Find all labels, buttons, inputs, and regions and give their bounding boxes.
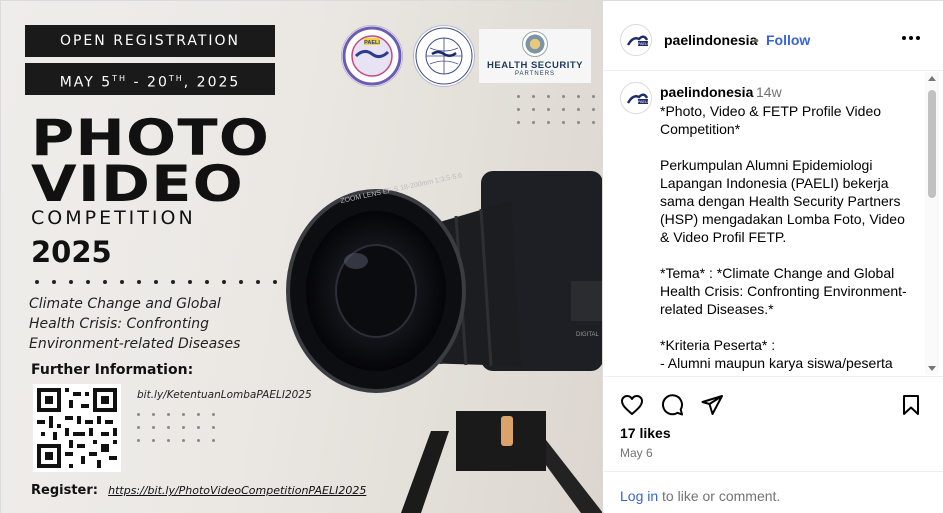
hsp-logo-line1: HEALTH SECURITY — [487, 60, 583, 71]
header-separator: • — [754, 32, 759, 48]
paeli-logo-text: PAELI — [364, 40, 380, 46]
paeli-logo: PAELI — [341, 25, 403, 87]
scroll-down-icon[interactable] — [928, 366, 936, 371]
fetp-logo-emblem — [415, 27, 473, 85]
tripod-lock-icon — [501, 416, 513, 446]
decor-dots-top — [517, 95, 595, 124]
heart-icon[interactable] — [620, 393, 644, 417]
poster-title-competition: COMPETITION — [31, 207, 196, 229]
avatar[interactable]: PAELI — [620, 24, 652, 56]
post-actions: 17 likes May 6 Log in to like or comment… — [604, 376, 943, 513]
poster-theme: Climate Change and Global Health Crisis:… — [29, 296, 241, 352]
further-info-label: Further Information: — [31, 362, 194, 378]
poster-title-video: VIDEO — [31, 155, 244, 213]
bookmark-icon[interactable] — [899, 393, 923, 417]
login-link[interactable]: Log in — [620, 488, 658, 504]
scroll-up-icon[interactable] — [928, 76, 936, 81]
open-registration-banner: OPEN REGISTRATION — [25, 25, 275, 57]
post-dialog: OPEN REGISTRATION MAY 5TH - 20TH, 2025 P… — [0, 0, 943, 513]
svg-text:PAELI: PAELI — [638, 100, 648, 104]
comments-area[interactable]: PAELI paelindonesia 14w *Photo, Video & … — [604, 72, 943, 375]
caption-username[interactable]: paelindonesia — [660, 84, 753, 100]
poster-year: 2025 — [31, 235, 112, 269]
date-range-banner: MAY 5TH - 20TH, 2025 — [25, 63, 275, 95]
decor-dots-mid — [137, 413, 215, 442]
send-icon[interactable] — [700, 393, 724, 417]
avatar[interactable]: PAELI — [620, 82, 652, 114]
login-prompt-text: Log in to like or comment. — [620, 488, 780, 504]
comments-scrollbar[interactable] — [925, 72, 939, 375]
hsp-emblem-icon — [522, 31, 548, 57]
caption-time[interactable]: 14w — [756, 84, 782, 100]
decor-dot-line — [35, 280, 277, 284]
login-rest-text: to like or comment. — [658, 488, 781, 504]
likes-count[interactable]: 17 likes — [620, 425, 671, 441]
fetp-logo — [413, 25, 475, 87]
scrollbar-thumb[interactable] — [928, 90, 936, 198]
camera-brand-text: DIGITAL — [576, 332, 600, 338]
hsp-logo-line2: PARTNERS — [514, 71, 556, 77]
post-header: PAELI paelindonesia • Follow — [604, 1, 943, 71]
post-image[interactable]: OPEN REGISTRATION MAY 5TH - 20TH, 2025 P… — [1, 1, 603, 513]
header-username[interactable]: paelindonesia — [664, 32, 757, 48]
svg-text:PAELI: PAELI — [638, 42, 648, 46]
post-side-panel: PAELI paelindonesia • Follow PAELI paeli… — [604, 1, 943, 513]
more-options-icon[interactable] — [900, 27, 922, 49]
paeli-logo-emblem: PAELI — [342, 26, 402, 86]
login-prompt: Log in to like or comment. — [604, 471, 943, 513]
follow-button[interactable]: Follow — [766, 32, 810, 48]
comment-icon[interactable] — [660, 393, 684, 417]
qr-code — [33, 384, 121, 472]
camera-illustration: ZOOM LENS EF-S 18-200mm 1:3.5-5.6 DIGITA… — [286, 171, 602, 513]
post-date[interactable]: May 6 — [620, 446, 653, 460]
caption-text: *Photo, Video & FETP Profile Video Compe… — [660, 103, 909, 375]
register-label: Register: — [31, 483, 98, 498]
hsp-logo: HEALTH SECURITY PARTNERS — [479, 29, 591, 83]
